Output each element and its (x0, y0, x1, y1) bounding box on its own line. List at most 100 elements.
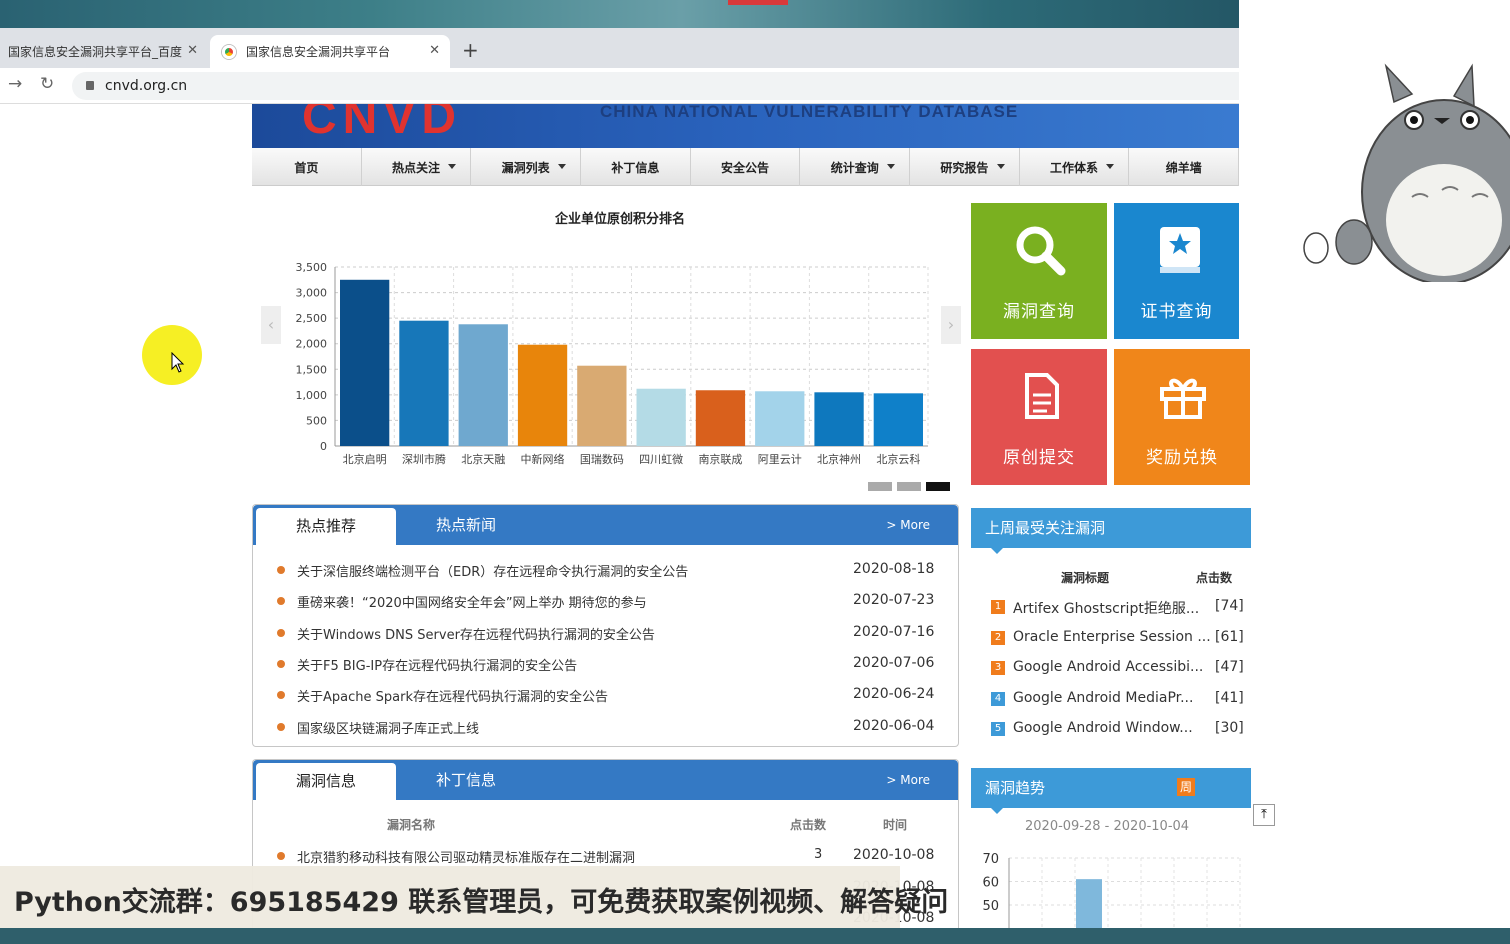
reload-icon[interactable]: ↻ (40, 74, 54, 94)
chart-bar[interactable] (755, 391, 805, 446)
main-menu: 首页 热点关注 漏洞列表 补丁信息 安全公告 统计查询 研究报告 工作体系 绵羊墙 (252, 148, 1240, 186)
chevron-down-icon (996, 164, 1005, 169)
favicon-icon (222, 45, 236, 59)
weekly-title[interactable]: Artifex Ghostscript拒绝服... (1013, 598, 1199, 618)
close-icon[interactable]: ✕ (187, 43, 198, 58)
rank-badge: 3 (991, 661, 1005, 675)
menu-item[interactable]: 工作体系 (1020, 148, 1130, 186)
weekly-title[interactable]: Google Android Accessibi... (1013, 659, 1203, 675)
chart-bar[interactable] (458, 324, 508, 446)
y-tick-label: 1,500 (296, 363, 328, 376)
tile-label: 奖励兑换 (1146, 448, 1218, 468)
weekly-title[interactable]: Google Android MediaPr... (1013, 690, 1193, 706)
week-button[interactable]: 周 (1177, 778, 1195, 796)
chart-bar[interactable] (340, 279, 390, 446)
news-title[interactable]: 关于Apache Spark存在远程代码执行漏洞的安全公告 (297, 686, 608, 705)
news-title[interactable]: 关于F5 BIG-IP存在远程代码执行漏洞的安全公告 (297, 655, 577, 674)
vuln-search-tile[interactable]: 漏洞查询 (971, 203, 1107, 339)
more-link[interactable]: > More (886, 760, 930, 800)
weekly-title[interactable]: Oracle Enterprise Session ... (1013, 629, 1211, 645)
new-tab-icon[interactable]: + (462, 38, 479, 62)
tab-hot-recommend[interactable]: 热点推荐 (256, 508, 396, 545)
menu-item-label: 首页 (294, 160, 319, 175)
tab-vuln-info[interactable]: 漏洞信息 (256, 763, 396, 800)
browser-tab-title: 国家信息安全漏洞共享平台 (246, 45, 391, 59)
vuln-title[interactable]: 北京猎豹移动科技有限公司驱动精灵标准版存在二进制漏洞 (297, 847, 635, 866)
bullet-icon (277, 628, 285, 637)
scroll-top-icon[interactable]: ⤒ (1253, 804, 1275, 826)
menu-item[interactable]: 漏洞列表 (471, 148, 582, 186)
lock-icon (86, 81, 94, 90)
weekly-clicks: [41] (1215, 689, 1244, 706)
trend-title: 漏洞趋势 (985, 779, 1046, 797)
promo-text: Python交流群：695185429 联系管理员，可免费获取案例视频、解答疑问 (14, 887, 949, 918)
y-tick-label: 60 (982, 876, 999, 891)
gift-icon (1160, 378, 1206, 419)
url-text: cnvd.org.cn (105, 78, 188, 94)
trend-chart: 70 60 50 (982, 852, 1241, 928)
y-tick-label: 70 (982, 852, 999, 867)
site-logo[interactable]: CNVD (302, 104, 462, 145)
rank-badge: 5 (991, 722, 1005, 736)
promo-banner: Python交流群：695185429 联系管理员，可免费获取案例视频、解答疑问 (0, 866, 948, 930)
carousel-dot[interactable] (897, 482, 921, 491)
x-tick-label: 北京启明 (343, 452, 387, 466)
weekly-title[interactable]: Google Android Window... (1013, 720, 1193, 736)
tab-patch-info[interactable]: 补丁信息 (436, 760, 496, 800)
more-link[interactable]: > More (886, 505, 930, 545)
menu-item[interactable]: 研究报告 (910, 148, 1020, 186)
forward-icon[interactable]: → (8, 74, 22, 94)
chart-bar[interactable] (399, 320, 449, 446)
close-icon[interactable]: ✕ (429, 43, 440, 58)
weekly-top-title: 上周最受关注漏洞 (985, 519, 1106, 537)
chart-bar[interactable] (695, 390, 746, 446)
reward-tile[interactable]: 奖励兑换 (1114, 349, 1250, 485)
bullet-icon (277, 566, 285, 574)
menu-item[interactable]: 绵羊墙 (1129, 148, 1240, 186)
news-title[interactable]: 重磅来袭！“2020中国网络安全年会”网上举办 期待您的参与 (297, 592, 647, 611)
chart-bar[interactable] (577, 365, 627, 446)
col-header-clicks: 点击数 (1196, 571, 1233, 585)
carousel-dot[interactable] (868, 482, 892, 491)
menu-item[interactable]: 安全公告 (691, 148, 801, 186)
carousel-next-icon[interactable]: › (941, 306, 961, 344)
bullet-icon (277, 722, 285, 731)
menu-item-label: 漏洞列表 (501, 160, 550, 175)
x-tick-label: 国瑞数码 (580, 452, 624, 466)
menu-item[interactable]: 热点关注 (362, 148, 472, 186)
chevron-down-icon (1106, 164, 1115, 169)
site-subtitle: CHINA NATIONAL VULNERABILITY DATABASE (600, 104, 1019, 121)
news-title[interactable]: 关于深信服终端检测平台（EDR）存在远程命令执行漏洞的安全公告 (297, 561, 688, 580)
y-tick-label: 50 (982, 899, 999, 914)
news-date: 2020-07-23 (853, 592, 935, 609)
submit-tile[interactable]: 原创提交 (971, 349, 1107, 485)
col-header-clicks: 点击数 (790, 818, 827, 832)
carousel-dot-active[interactable] (926, 482, 950, 491)
vuln-date: 2020-10-08 (853, 847, 935, 863)
chart-bar[interactable] (873, 393, 923, 446)
carousel-prev-icon[interactable]: ‹ (261, 306, 281, 344)
chevron-down-icon (448, 164, 457, 169)
trend-bar[interactable] (1076, 879, 1102, 928)
cert-search-tile[interactable]: 证书查询 (1114, 203, 1239, 339)
chart-bar[interactable] (636, 388, 686, 446)
chart-bar[interactable] (814, 392, 864, 446)
menu-item[interactable]: 首页 (252, 148, 362, 186)
video-top-strip (0, 0, 1239, 28)
news-title[interactable]: 关于Windows DNS Server存在远程代码执行漏洞的安全公告 (297, 624, 655, 643)
browser-tab-1[interactable]: 国家信息安全漏洞共享平台_百度 ✕ (0, 35, 208, 68)
url-field[interactable]: cnvd.org.cn (72, 72, 1239, 100)
x-tick-label: 深圳市腾 (402, 452, 446, 466)
news-title[interactable]: 国家级区块链漏洞子库正式上线 (297, 718, 479, 737)
col-header-name: 漏洞名称 (387, 818, 436, 832)
weekly-top-box: 上周最受关注漏洞 漏洞标题 点击数 1 Artifex Ghostscript拒绝… (971, 508, 1251, 758)
ranking-bar-chart: 0 500 1,000 1,500 2,000 2,500 3,000 3,500 北京启明 深圳… (296, 261, 929, 466)
y-tick-label: 0 (320, 440, 327, 453)
rank-badge: 4 (991, 691, 1005, 706)
tab-hot-news[interactable]: 热点新闻 (436, 505, 496, 545)
browser-tab-2[interactable]: 国家信息安全漏洞共享平台 ✕ (210, 35, 450, 68)
menu-item[interactable]: 补丁信息 (581, 148, 691, 186)
chart-bar[interactable] (517, 344, 568, 446)
video-bottom-strip (0, 928, 1510, 944)
menu-item[interactable]: 统计查询 (800, 148, 911, 186)
